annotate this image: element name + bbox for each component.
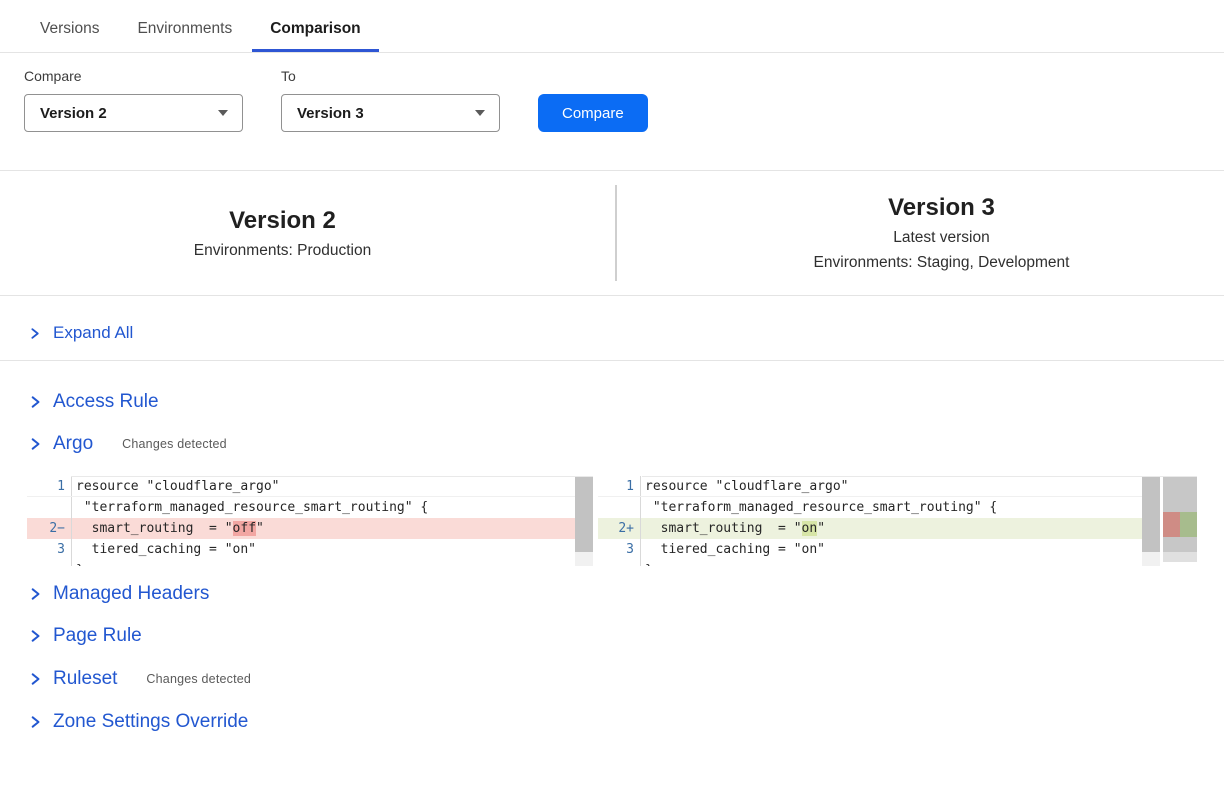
version-right-panel: Version 3 Latest version Environments: S… [617,194,1224,272]
diff-right-pane: 1 resource "cloudflare_argo" "terraform_… [598,476,1197,566]
section-title: Argo [53,433,93,455]
tab-bar: Versions Environments Comparison [0,0,1224,53]
chevron-right-icon [28,672,42,686]
compare-button[interactable]: Compare [538,94,648,132]
chevron-right-icon [28,587,42,601]
diff-left-code: 1 resource "cloudflare_argo" "terraform_… [27,476,575,566]
section-ruleset[interactable]: Ruleset Changes detected [0,668,1224,690]
right-version-latest: Latest version [659,229,1224,247]
changes-badge: Changes detected [146,672,251,686]
compare-to-select[interactable]: Version 3 [281,94,500,132]
tab-environments[interactable]: Environments [137,19,232,52]
diff-line: 1 resource "cloudflare_argo" [27,476,575,497]
diff-overview-ruler[interactable] [1163,476,1197,566]
diff-left-pane: 1 resource "cloudflare_argo" "terraform_… [27,476,593,566]
code-text: tiered_caching = "on" [640,539,1142,560]
chevron-down-icon [218,110,228,116]
right-version-title: Version 3 [659,194,1224,222]
scrollbar[interactable] [575,476,593,566]
section-title: Ruleset [53,668,117,690]
section-argo[interactable]: Argo Changes detected [0,433,1224,455]
added-marker [1180,512,1197,537]
diff-right-code: 1 resource "cloudflare_argo" "terraform_… [598,476,1142,566]
tab-comparison[interactable]: Comparison [252,19,378,52]
line-number: 2+ [598,518,640,539]
section-managed-headers[interactable]: Managed Headers [0,583,1224,605]
line-number [27,560,71,566]
code-text: smart_routing = "off" [71,518,575,539]
compare-controls: Compare Version 2 To Version 3 Compare [0,53,1224,132]
diff-line: "terraform_managed_resource_smart_routin… [27,497,575,518]
chevron-right-icon [28,629,42,643]
code-text: resource "cloudflare_argo" [640,476,1142,496]
code-text: "terraform_managed_resource_smart_routin… [640,497,1142,518]
code-text: } [640,560,1142,566]
chevron-down-icon [475,110,485,116]
chevron-right-icon [28,437,42,451]
argo-diff-view: 1 resource "cloudflare_argo" "terraform_… [27,476,1224,566]
section-title: Access Rule [53,391,159,413]
section-title: Zone Settings Override [53,711,248,733]
line-number: 1 [598,476,640,496]
compare-from-group: Compare Version 2 [24,68,243,132]
diff-line: 3 tiered_caching = "on" [27,539,575,560]
line-number: 1 [27,476,71,496]
version-compare-header: Version 2 Environments: Production Versi… [0,171,1224,296]
version-left-panel: Version 2 Environments: Production [0,207,615,260]
line-number [27,497,71,518]
left-version-title: Version 2 [0,207,565,235]
diff-line-added: 2+ smart_routing = "on" [598,518,1142,539]
diff-line: } [27,560,575,566]
compare-to-group: To Version 3 [281,68,500,132]
scrollbar-thumb[interactable] [1142,476,1160,552]
line-number [598,560,640,566]
compare-from-select[interactable]: Version 2 [24,94,243,132]
changes-badge: Changes detected [122,437,227,451]
compare-from-value: Version 2 [40,105,107,122]
tab-versions[interactable]: Versions [40,19,99,52]
code-text: smart_routing = "on" [640,518,1142,539]
expand-all-label: Expand All [53,323,133,343]
compare-to-value: Version 3 [297,105,364,122]
to-label: To [281,68,500,84]
line-number [598,497,640,518]
code-text: tiered_caching = "on" [71,539,575,560]
chevron-right-icon [28,395,42,409]
chevron-right-icon [28,715,42,729]
section-access-rule[interactable]: Access Rule [0,391,1224,413]
section-title: Page Rule [53,625,142,647]
diff-line: 3 tiered_caching = "on" [598,539,1142,560]
diff-line: "terraform_managed_resource_smart_routin… [598,497,1142,518]
section-title: Managed Headers [53,583,209,605]
code-text: } [71,560,575,566]
code-text: "terraform_managed_resource_smart_routin… [71,497,575,518]
line-number: 3 [27,539,71,560]
left-version-environments: Environments: Production [0,242,565,260]
expand-all-button[interactable]: Expand All [0,296,1224,361]
removed-marker [1163,512,1180,537]
scrollbar-thumb[interactable] [575,476,593,552]
diff-line: 1 resource "cloudflare_argo" [598,476,1142,497]
section-page-rule[interactable]: Page Rule [0,625,1224,647]
right-version-environments: Environments: Staging, Development [659,254,1224,272]
section-zone-settings-override[interactable]: Zone Settings Override [0,711,1224,733]
line-number: 3 [598,539,640,560]
line-number: 2− [27,518,71,539]
compare-label: Compare [24,68,243,84]
diff-line: } [598,560,1142,566]
code-text: resource "cloudflare_argo" [71,476,575,496]
chevron-right-icon [28,327,41,340]
scrollbar[interactable] [1142,476,1160,566]
diff-line-removed: 2− smart_routing = "off" [27,518,575,539]
